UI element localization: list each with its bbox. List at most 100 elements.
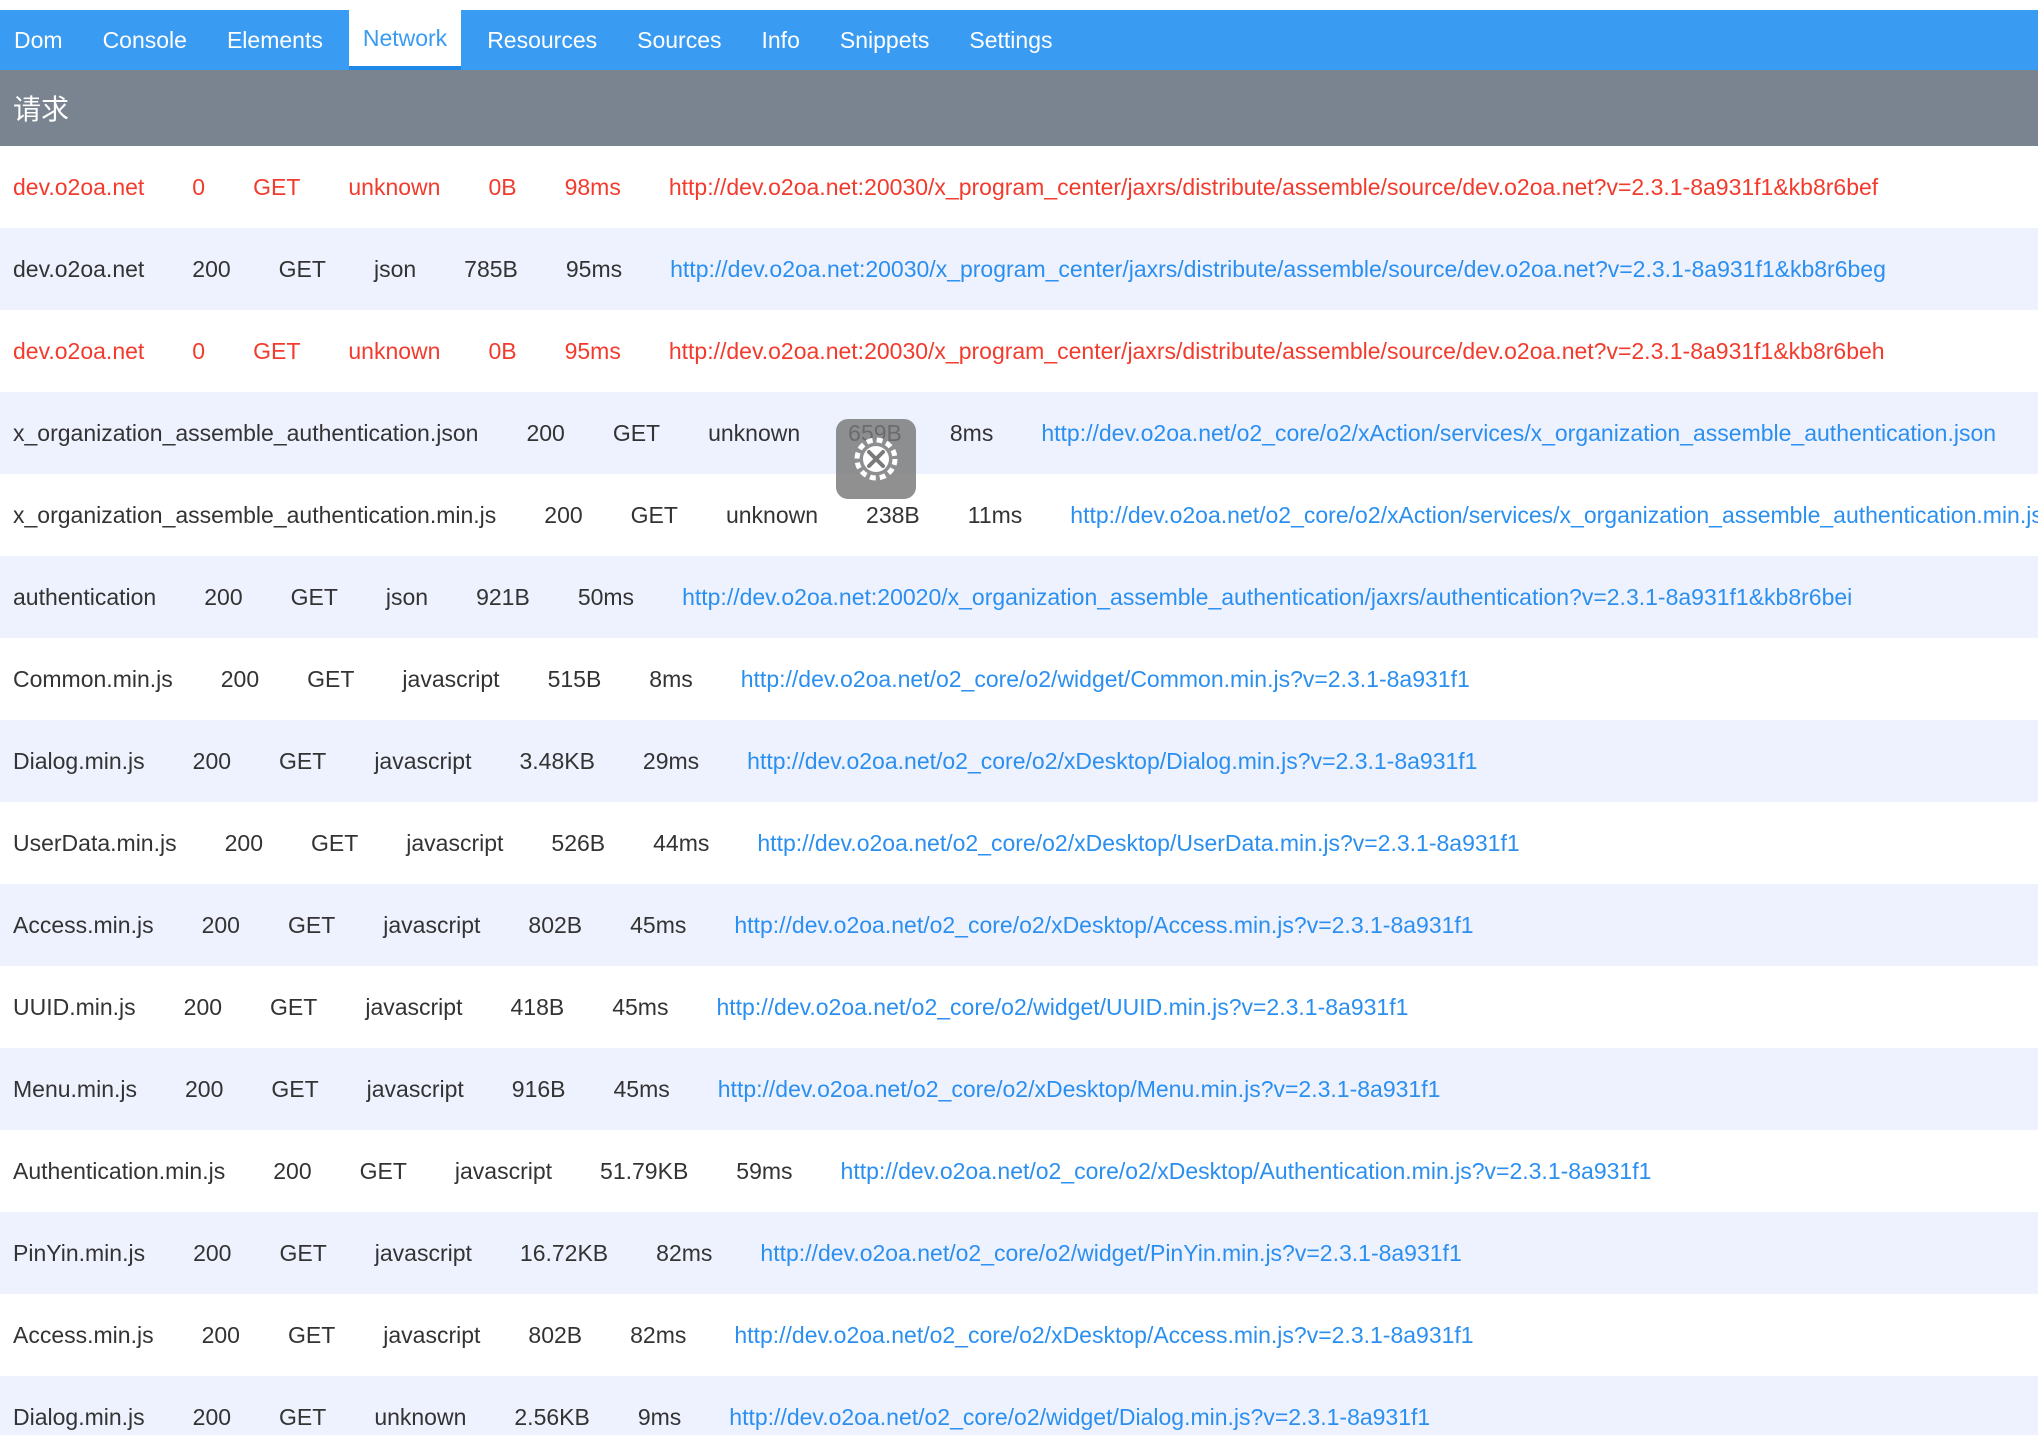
table-row[interactable]: authentication 200 GET json 921B 50ms http://d… [0, 556, 2038, 638]
request-url-link[interactable]: http://dev.o2oa.net:20030/x_program_cent… [669, 338, 1885, 365]
request-name: dev.o2oa.net [13, 173, 145, 200]
request-url-link[interactable]: http://dev.o2oa.net/o2_core/o2/widget/Pi… [760, 1240, 1461, 1267]
request-type: unknown [725, 501, 819, 528]
request-size: 16.72KB [519, 1239, 609, 1266]
request-name: dev.o2oa.net [13, 337, 145, 364]
request-name: x_organization_assemble_authentication.m… [13, 501, 497, 528]
table-row[interactable]: Menu.min.js 200 GET javascript 916B 45ms http:… [0, 1048, 2038, 1130]
tab-bar: Dom Console Elements Network Resources Source… [0, 10, 2038, 70]
table-row[interactable]: PinYin.min.js 200 GET javascript 16.72KB 82ms… [0, 1212, 2038, 1294]
request-url-link[interactable]: http://dev.o2oa.net:20030/x_program_cent… [669, 174, 1878, 201]
tab-snippets[interactable]: Snippets [826, 10, 944, 70]
request-status: 200 [183, 993, 223, 1020]
table-row[interactable]: Authentication.min.js 200 GET javascript 51.… [0, 1130, 2038, 1212]
request-type: javascript [365, 993, 463, 1020]
settings-tools-icon [854, 437, 898, 481]
request-method: GET [279, 1403, 327, 1430]
request-url-link[interactable]: http://dev.o2oa.net:20020/x_organization… [682, 584, 1852, 611]
request-name: x_organization_assemble_authentication.j… [13, 419, 479, 446]
request-url-link[interactable]: http://dev.o2oa.net/o2_core/o2/xDesktop/… [718, 1076, 1441, 1103]
request-time: 95ms [564, 337, 621, 364]
tab-elements[interactable]: Elements [213, 10, 337, 70]
request-method: GET [307, 665, 355, 692]
table-row[interactable]: Access.min.js 200 GET javascript 802B 82ms htt… [0, 1294, 2038, 1376]
request-type: javascript [374, 747, 472, 774]
tab-settings[interactable]: Settings [955, 10, 1066, 70]
table-row[interactable]: UUID.min.js 200 GET javascript 418B 45ms http:… [0, 966, 2038, 1048]
tab-sources[interactable]: Sources [623, 10, 735, 70]
request-name: UserData.min.js [13, 829, 177, 856]
request-type: javascript [383, 911, 481, 938]
request-time: 45ms [630, 911, 687, 938]
request-type: json [373, 255, 417, 282]
table-row[interactable]: Dialog.min.js 200 GET unknown 2.56KB 9ms http:… [0, 1376, 2038, 1435]
request-time: 44ms [653, 829, 710, 856]
request-url-link[interactable]: http://dev.o2oa.net/o2_core/o2/widget/UU… [716, 994, 1408, 1021]
request-name: PinYin.min.js [13, 1239, 146, 1266]
request-time: 98ms [564, 173, 621, 200]
floating-settings-button[interactable] [836, 419, 916, 499]
request-size: 515B [547, 665, 602, 692]
tab-info[interactable]: Info [748, 10, 814, 70]
request-size: 51.79KB [600, 1157, 689, 1184]
request-method: GET [612, 419, 661, 446]
request-name: Dialog.min.js [13, 747, 145, 774]
request-size: 3.48KB [519, 747, 595, 774]
request-size: 785B [464, 255, 518, 282]
table-row[interactable]: Common.min.js 200 GET javascript 515B 8ms http… [0, 638, 2038, 720]
request-method: GET [287, 911, 336, 938]
table-row[interactable]: x_organization_assemble_authentication.m… [0, 474, 2038, 556]
request-url-link[interactable]: http://dev.o2oa.net/o2_core/o2/xDesktop/… [747, 748, 1477, 775]
request-name: Access.min.js [13, 1321, 154, 1348]
request-url-link[interactable]: http://dev.o2oa.net/o2_core/o2/xAction/s… [1070, 502, 2038, 529]
table-row[interactable]: Dialog.min.js 200 GET javascript 3.48KB 29ms h… [0, 720, 2038, 802]
request-method: GET [278, 255, 326, 282]
request-status: 200 [192, 255, 231, 282]
request-method: GET [271, 1075, 319, 1102]
request-time: 82ms [630, 1321, 687, 1348]
request-name: dev.o2oa.net [13, 255, 145, 282]
request-status: 200 [201, 911, 240, 938]
table-row[interactable]: UserData.min.js 200 GET javascript 526B 44ms h… [0, 802, 2038, 884]
request-method: GET [253, 337, 301, 364]
request-size: 238B [866, 501, 920, 528]
request-url-link[interactable]: http://dev.o2oa.net/o2_core/o2/widget/Co… [741, 666, 1470, 693]
tab-resources[interactable]: Resources [473, 10, 611, 70]
request-url-link[interactable]: http://dev.o2oa.net/o2_core/o2/xDesktop/… [734, 912, 1473, 939]
request-status: 200 [201, 1321, 240, 1348]
tab-dom[interactable]: Dom [0, 10, 77, 70]
request-method: GET [253, 173, 301, 200]
request-url-link[interactable]: http://dev.o2oa.net:20030/x_program_cent… [670, 256, 1886, 283]
request-url-link[interactable]: http://dev.o2oa.net/o2_core/o2/xDesktop/… [734, 1322, 1473, 1349]
request-time: 45ms [613, 1075, 670, 1102]
request-method: GET [270, 993, 318, 1020]
tab-console[interactable]: Console [89, 10, 201, 70]
request-url-link[interactable]: http://dev.o2oa.net/o2_core/o2/widget/Di… [729, 1404, 1430, 1431]
request-type: unknown [708, 419, 801, 446]
request-status: 200 [526, 419, 565, 446]
tab-network[interactable]: Network [348, 10, 462, 70]
table-row[interactable]: dev.o2oa.net 0 GET unknown 0B 98ms http://dev.… [0, 146, 2038, 228]
request-size: 2.56KB [514, 1403, 590, 1430]
request-status: 0 [192, 337, 206, 364]
section-header: 请求 [0, 70, 2038, 146]
request-url-link[interactable]: http://dev.o2oa.net/o2_core/o2/xDesktop/… [757, 830, 1519, 857]
request-time: 59ms [736, 1157, 793, 1184]
request-method: GET [279, 1239, 327, 1266]
request-method: GET [630, 501, 678, 528]
table-row[interactable]: dev.o2oa.net 0 GET unknown 0B 95ms http://dev.… [0, 310, 2038, 392]
request-type: json [385, 583, 429, 610]
request-name: Common.min.js [13, 665, 173, 692]
request-list: dev.o2oa.net 0 GET unknown 0B 98ms http://dev.… [0, 146, 2038, 1435]
request-status: 200 [273, 1157, 312, 1184]
request-status: 200 [220, 665, 260, 692]
request-name: Authentication.min.js [13, 1157, 226, 1184]
request-url-link[interactable]: http://dev.o2oa.net/o2_core/o2/xDesktop/… [841, 1158, 1652, 1185]
request-type: unknown [374, 1403, 467, 1430]
table-row[interactable]: x_organization_assemble_authentication.j… [0, 392, 2038, 474]
request-method: GET [359, 1157, 407, 1184]
table-row[interactable]: Access.min.js 200 GET javascript 802B 45ms htt… [0, 884, 2038, 966]
request-url-link[interactable]: http://dev.o2oa.net/o2_core/o2/xAction/s… [1041, 420, 1996, 447]
request-size: 802B [528, 911, 583, 938]
table-row[interactable]: dev.o2oa.net 200 GET json 785B 95ms http://dev… [0, 228, 2038, 310]
